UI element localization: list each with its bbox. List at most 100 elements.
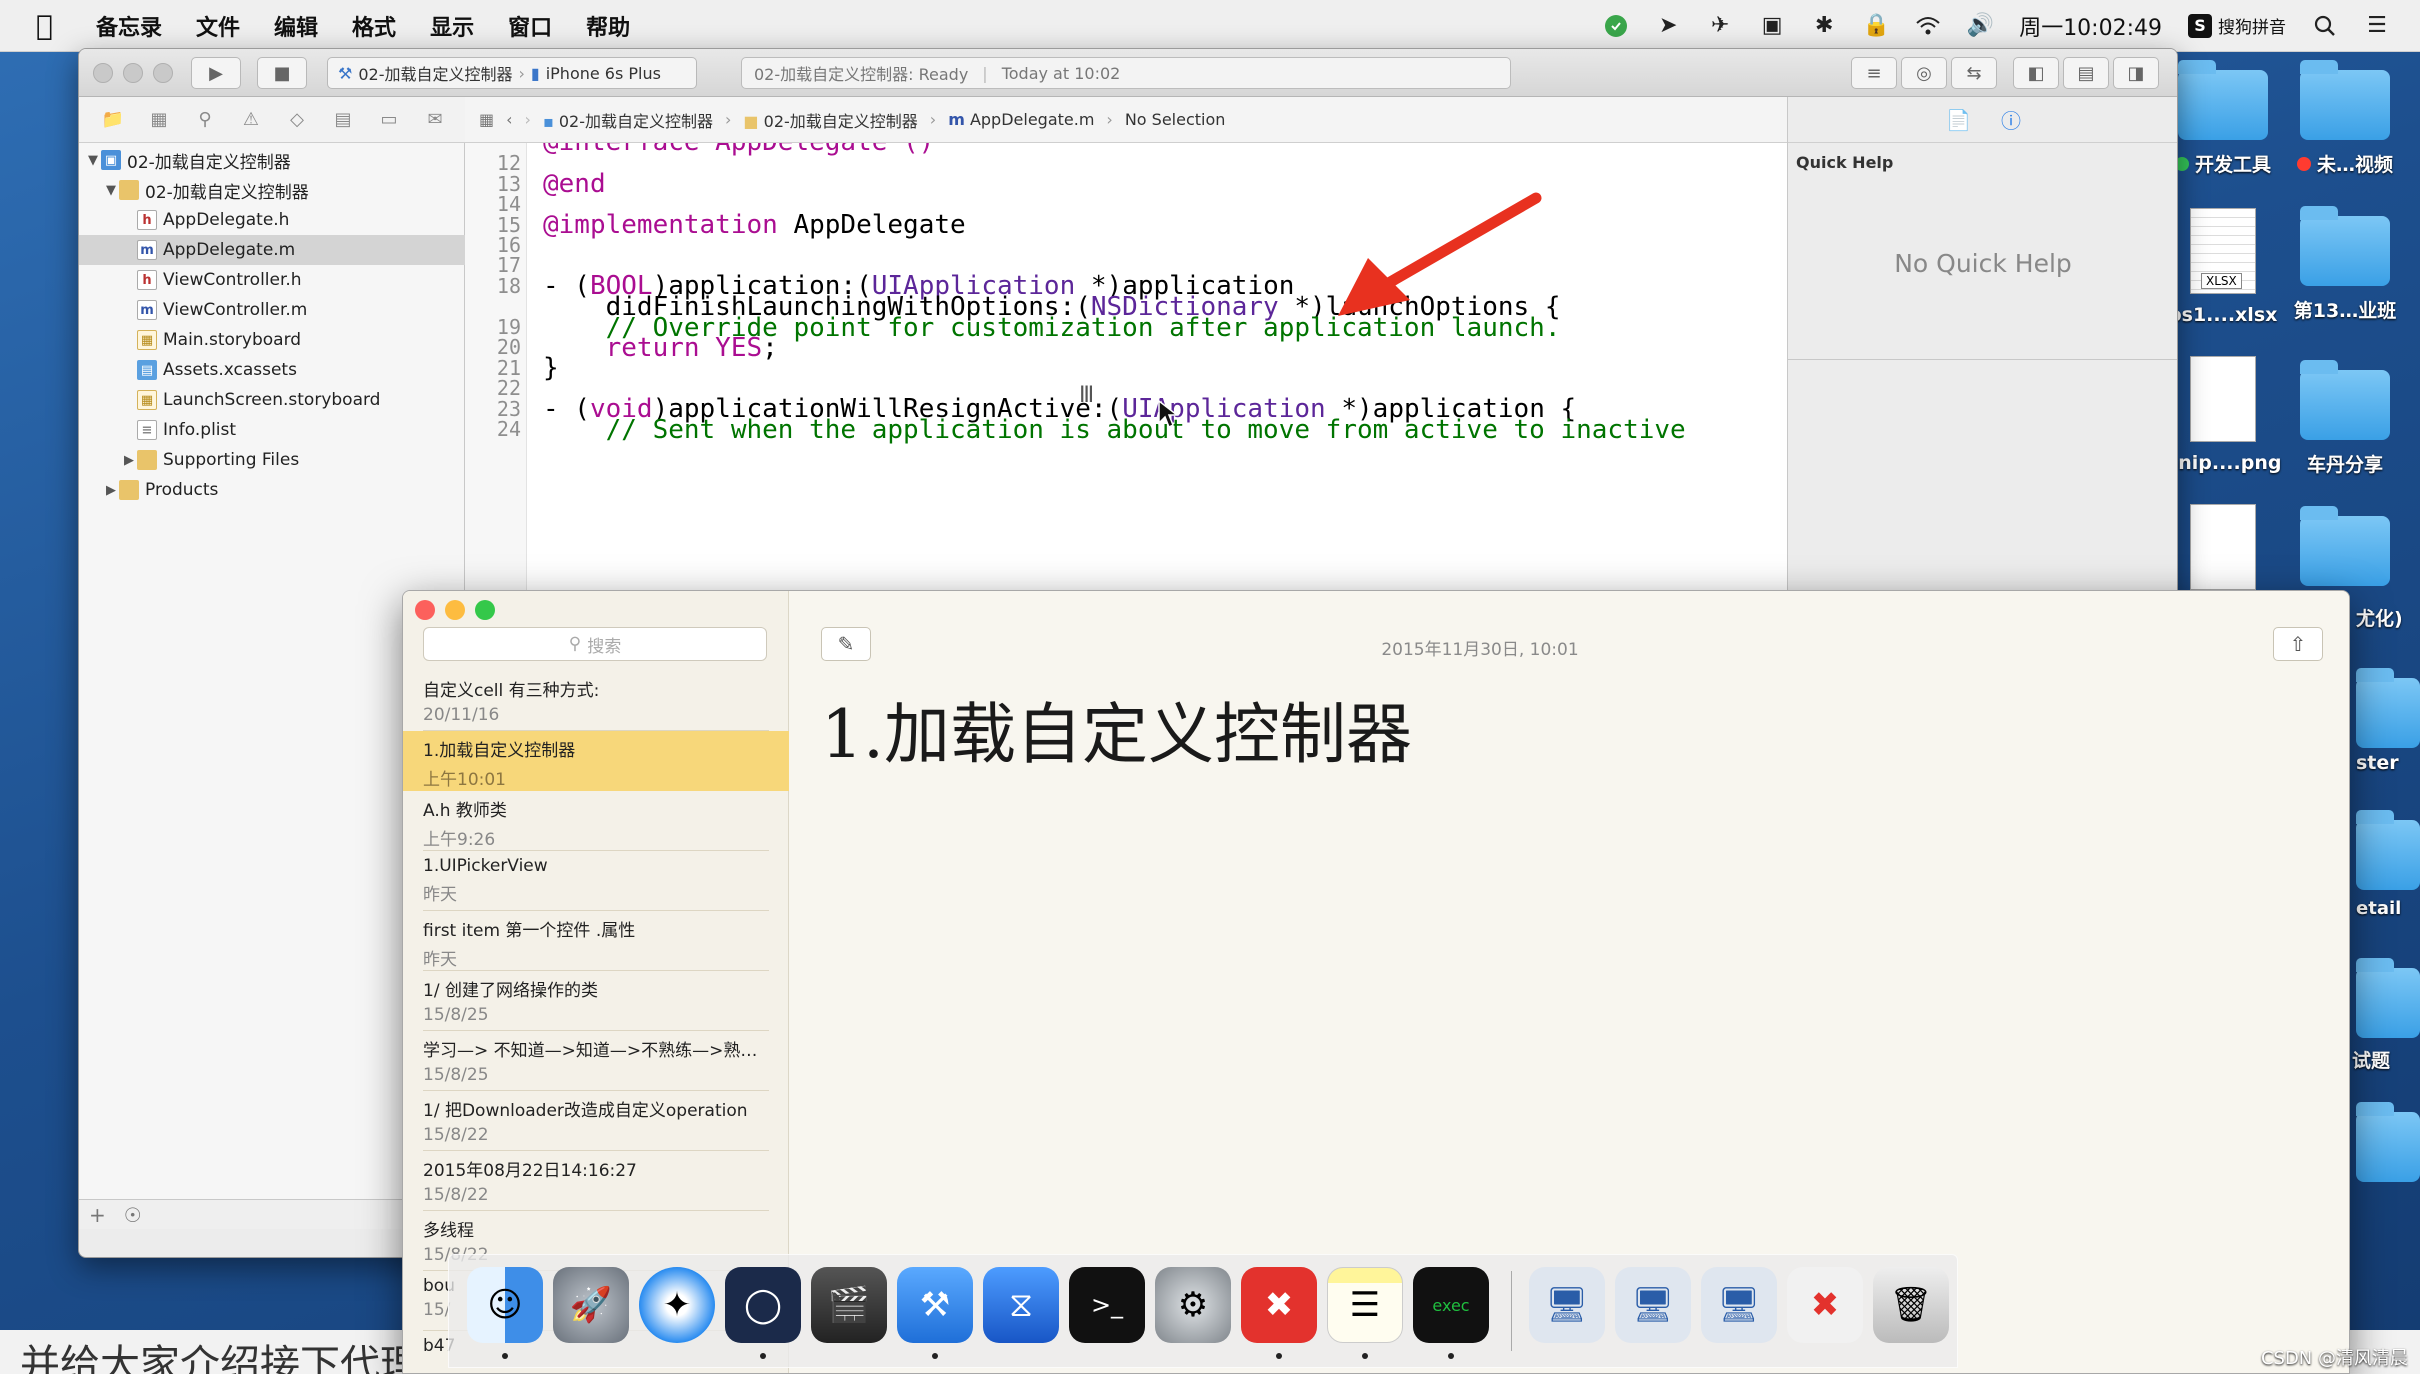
wifi-icon[interactable] [1915, 13, 1941, 39]
jumpbar-file[interactable]: m AppDelegate.m [948, 110, 1094, 129]
navigator-row[interactable]: h ViewController.h [79, 265, 465, 295]
note-list-item[interactable]: 学习—> 不知道—>知道—>不熟练—>熟… 15/8/25 [403, 1031, 789, 1091]
finder-icon[interactable]: ☺ [467, 1267, 543, 1343]
jumpbar-selection[interactable]: No Selection [1125, 110, 1226, 129]
standard-editor-icon[interactable]: ≡ [1851, 57, 1897, 89]
note-list-item[interactable]: 1/ 把Downloader改造成自定义operation 15/8/22 [403, 1091, 789, 1151]
navigator-row[interactable]: ≡ Info.plist [79, 415, 465, 445]
menu-format[interactable]: 格式 [352, 10, 396, 42]
project-navigator-icon[interactable]: 📁 [101, 108, 125, 132]
file-inspector-icon[interactable]: 📄 [1946, 108, 1971, 132]
note-list-item[interactable]: 2015年08月22日14:16:27 15/8/22 [403, 1151, 789, 1211]
bluetooth-icon[interactable]: ✱ [1811, 13, 1837, 39]
desktop-folder-videos[interactable]: 未…视频 [2280, 60, 2410, 177]
note-list-item[interactable]: A.h 教师类 上午9:26 [403, 791, 789, 851]
terminal-icon[interactable]: >_ [1069, 1267, 1145, 1343]
navigator-row[interactable]: h AppDelegate.h [79, 205, 465, 235]
run-button[interactable]: ▶ [191, 57, 241, 89]
disclosure-triangle-icon[interactable]: ▶ [103, 483, 119, 498]
disclosure-triangle-icon[interactable]: ▶ [121, 453, 137, 468]
network-drive-icon[interactable]: 🖥 [1701, 1267, 1777, 1343]
folder-icon[interactable] [2356, 1102, 2420, 1182]
navigator-row[interactable]: ▤ Assets.xcassets [79, 355, 465, 385]
jumpbar-project[interactable]: ▪ 02-加载自定义控制器 [543, 108, 713, 132]
airplane-icon[interactable]: ✈ [1707, 13, 1733, 39]
folder-icon[interactable] [2356, 668, 2420, 748]
version-editor-icon[interactable]: ⇆ [1951, 57, 1997, 89]
menu-help[interactable]: 帮助 [586, 10, 630, 42]
screen-record-icon[interactable]: ▣ [1759, 13, 1785, 39]
folder-icon[interactable] [2356, 958, 2420, 1038]
breakpoint-navigator-icon[interactable]: ▭ [377, 108, 401, 132]
console-icon[interactable]: exec [1413, 1267, 1489, 1343]
navigator-row[interactable]: ▦ Main.storyboard [79, 325, 465, 355]
assistant-editor-icon[interactable]: ◎ [1901, 57, 1947, 89]
note-list-item[interactable]: first item 第一个控件 .属性 昨天 [403, 911, 789, 971]
find-navigator-icon[interactable]: ⚲ [193, 108, 217, 132]
disclosure-triangle-icon[interactable]: ▼ [85, 153, 101, 168]
scheme-selector[interactable]: ⚒ 02-加载自定义控制器 › ▮ iPhone 6s Plus [327, 57, 697, 89]
navigator-row[interactable]: ▦ LaunchScreen.storyboard [79, 385, 465, 415]
report-navigator-icon[interactable]: ✉ [423, 108, 447, 132]
navigator-row[interactable]: ▼ ▣ 02-加载自定义控制器 [79, 145, 465, 175]
note-list-item[interactable]: 1/ 创建了网络操作的类 15/8/25 [403, 971, 789, 1031]
location-arrow-icon[interactable]: ➤ [1655, 13, 1681, 39]
input-method[interactable]: S 搜狗拼音 [2188, 13, 2286, 38]
add-icon[interactable]: + [89, 1203, 106, 1227]
network-drive-icon[interactable]: 🖥 [1529, 1267, 1605, 1343]
navigator-row[interactable]: m AppDelegate.m [79, 235, 465, 265]
menu-view[interactable]: 显示 [430, 10, 474, 42]
window-zoom-button[interactable] [475, 600, 495, 620]
window-minimize-button[interactable] [123, 63, 143, 83]
test-navigator-icon[interactable]: ◇ [285, 108, 309, 132]
debug-navigator-icon[interactable]: ▤ [331, 108, 355, 132]
system-preferences-icon[interactable]: ⚙ [1155, 1267, 1231, 1343]
status-circle-icon[interactable] [1603, 13, 1629, 39]
window-close-button[interactable] [93, 63, 113, 83]
window-minimize-button[interactable] [445, 600, 465, 620]
notes-app-icon[interactable]: ☰ [1327, 1267, 1403, 1343]
mouse-app-icon[interactable]: ◯ [725, 1267, 801, 1343]
toggle-debug-area-icon[interactable]: ▤ [2063, 57, 2109, 89]
note-list-item[interactable]: 1.加载自定义控制器 上午10:01 [403, 731, 789, 791]
menu-file[interactable]: 文件 [196, 10, 240, 42]
volume-icon[interactable]: 🔊 [1966, 13, 1993, 39]
notification-center-icon[interactable]: ☰ [2364, 13, 2390, 39]
notes-search-field[interactable]: ⚲ 搜索 [423, 627, 767, 661]
apple-menu-icon[interactable]:  [36, 9, 76, 42]
menu-window[interactable]: 窗口 [508, 10, 552, 42]
trash-icon[interactable]: 🗑 [1873, 1267, 1949, 1343]
window-close-button[interactable] [415, 600, 435, 620]
issue-navigator-icon[interactable]: ⚠ [239, 108, 263, 132]
menu-edit[interactable]: 编辑 [274, 10, 318, 42]
network-drive-icon[interactable]: 🖥 [1615, 1267, 1691, 1343]
menubar-clock[interactable]: 周一10:02:49 [2019, 10, 2162, 42]
video-clapper-icon[interactable]: 🎬 [811, 1267, 887, 1343]
back-arrow-icon[interactable]: ‹ [506, 110, 512, 129]
note-list-item[interactable]: 1.UIPickerView 昨天 [403, 851, 789, 911]
navigator-row[interactable]: ▼ 02-加载自定义控制器 [79, 175, 465, 205]
launchpad-icon[interactable]: 🚀 [553, 1267, 629, 1343]
disclosure-triangle-icon[interactable]: ▼ [103, 183, 119, 198]
desktop-folder-generic[interactable] [2280, 506, 2410, 586]
forward-arrow-icon[interactable]: › [525, 110, 531, 129]
toggle-utilities-icon[interactable]: ◨ [2113, 57, 2159, 89]
folder-icon[interactable] [2356, 810, 2420, 890]
xcode-icon[interactable]: ⚒ [897, 1267, 973, 1343]
symbol-navigator-icon[interactable]: ▦ [147, 108, 171, 132]
menu-app-name[interactable]: 备忘录 [96, 10, 162, 42]
safari-icon[interactable]: ✦ [639, 1267, 715, 1343]
quick-help-icon[interactable]: ⓘ [2001, 105, 2021, 134]
lock-icon[interactable]: 🔒 [1862, 13, 1889, 39]
stop-button[interactable]: ■ [257, 57, 307, 89]
desktop-folder-share[interactable]: 车丹分享 [2280, 360, 2410, 477]
toggle-navigator-icon[interactable]: ◧ [2013, 57, 2059, 89]
related-items-icon[interactable]: ▦ [479, 110, 494, 129]
instruments-icon[interactable]: ⧖ [983, 1267, 1059, 1343]
xmind-icon[interactable]: ✖ [1241, 1267, 1317, 1343]
navigator-row[interactable]: ▶ Supporting Files [79, 445, 465, 475]
document-stack-icon[interactable]: ✖ [1787, 1267, 1863, 1343]
spotlight-search-icon[interactable] [2312, 13, 2338, 39]
jumpbar-group[interactable]: ■ 02-加载自定义控制器 [743, 108, 917, 132]
navigator-row[interactable]: m ViewController.m [79, 295, 465, 325]
